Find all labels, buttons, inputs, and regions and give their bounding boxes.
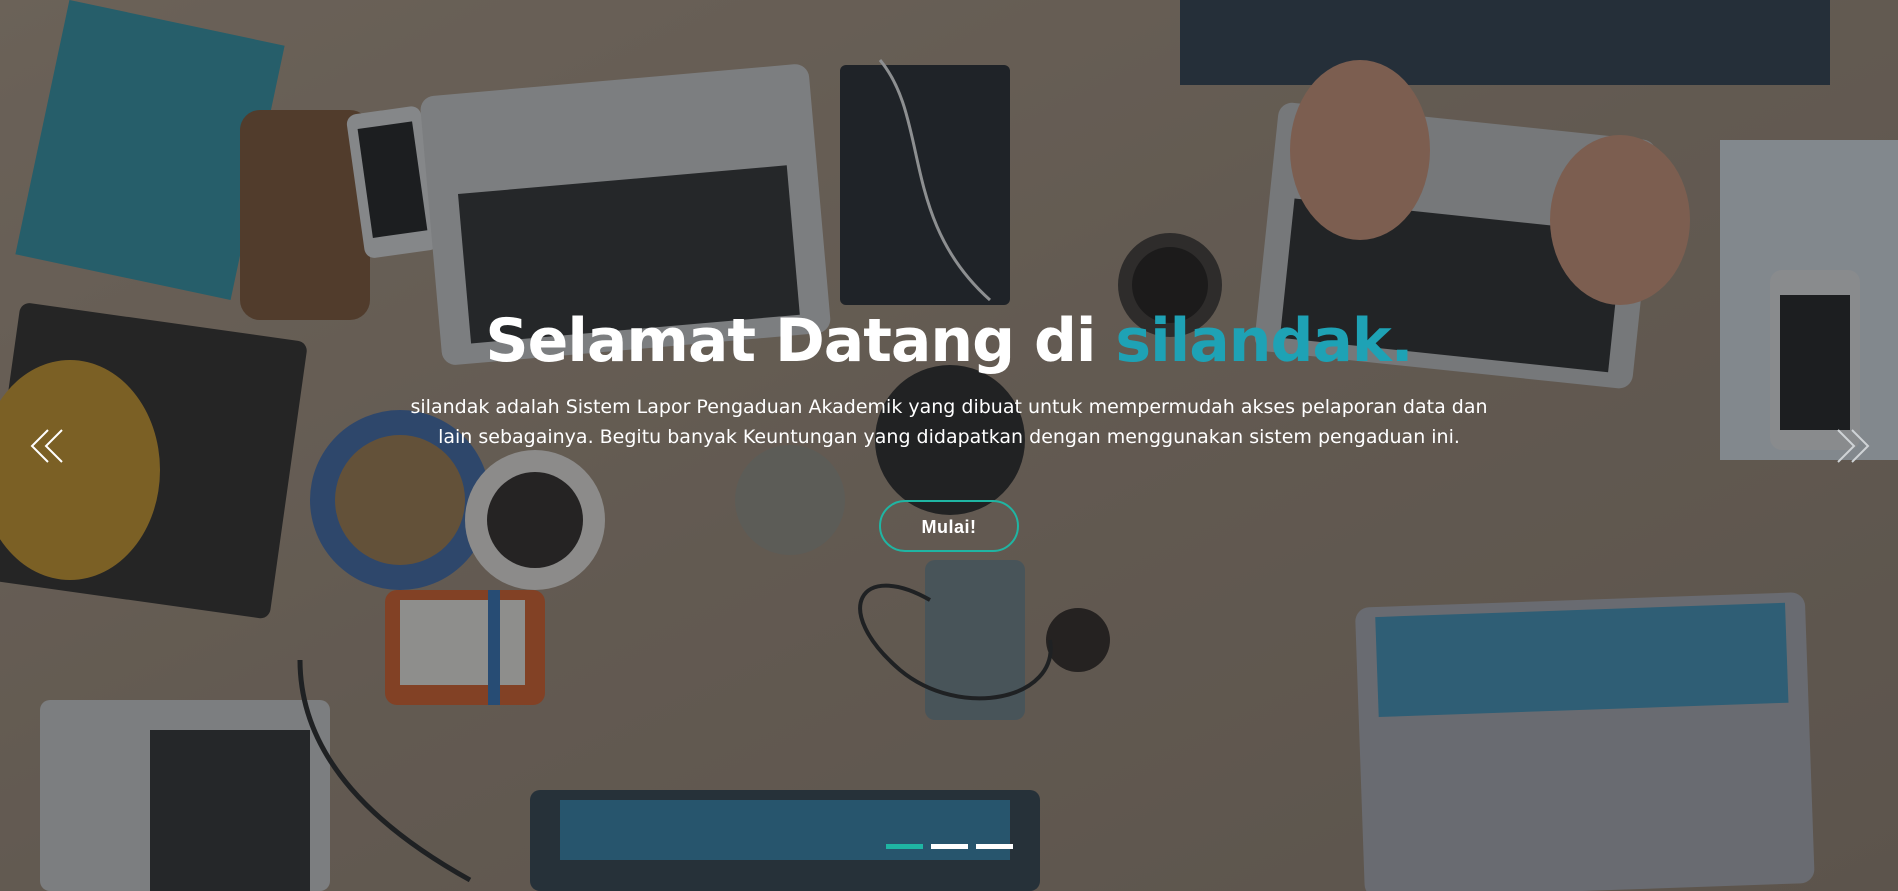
hero-title: Selamat Datang di silandak. (0, 300, 1898, 382)
carousel-indicator-3[interactable] (976, 844, 1013, 849)
start-button[interactable]: Mulai! (879, 500, 1019, 552)
carousel-indicator-1[interactable] (886, 844, 923, 849)
hero-title-brand: silandak. (1115, 306, 1413, 376)
hero-content: Selamat Datang di silandak. silandak ada… (0, 300, 1898, 552)
hero-description: silandak adalah Sistem Lapor Pengaduan A… (410, 396, 1488, 448)
hero-title-prefix: Selamat Datang di (485, 306, 1116, 376)
double-chevron-left-icon (30, 429, 63, 463)
carousel-indicators (886, 844, 1013, 849)
carousel-indicator-2[interactable] (931, 844, 968, 849)
double-chevron-right-icon (1837, 429, 1870, 463)
carousel-prev-button[interactable] (26, 424, 70, 468)
hero-carousel: Selamat Datang di silandak. silandak ada… (0, 0, 1898, 891)
carousel-next-button[interactable] (1830, 424, 1874, 468)
